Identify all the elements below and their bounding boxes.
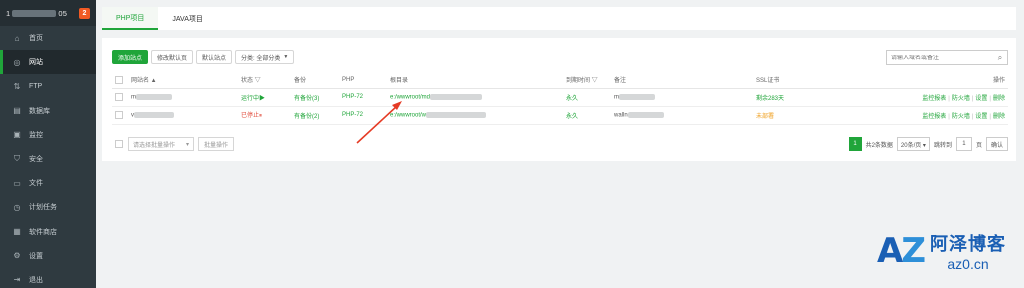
watermark-url: az0.cn — [947, 256, 989, 272]
annotation-arrow — [356, 101, 402, 144]
watermark: AZ 阿泽博客 az0.cn — [877, 230, 1006, 272]
watermark-logo: AZ — [877, 231, 926, 271]
watermark-name: 阿泽博客 — [930, 234, 1006, 254]
